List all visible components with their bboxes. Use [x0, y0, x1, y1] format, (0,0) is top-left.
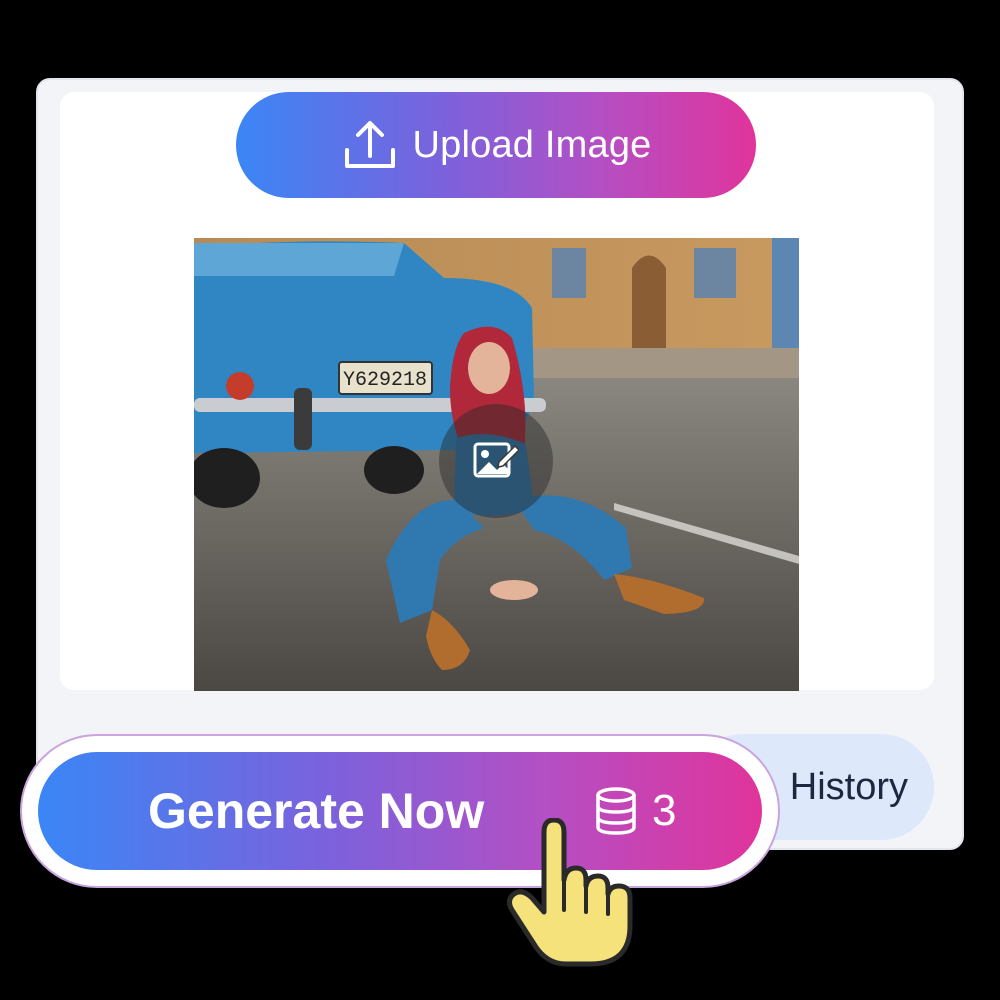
credit-count: 3	[652, 786, 677, 835]
uploaded-image-preview: Y629218	[194, 238, 799, 691]
app-stage: Upload Image Y629218 History Generate No…	[0, 0, 1000, 1000]
image-edit-icon	[473, 442, 519, 478]
upload-image-label: Upload Image	[412, 123, 652, 166]
upload-image-button[interactable]: Upload Image	[236, 92, 756, 198]
generate-now-label: Generate Now	[148, 783, 485, 839]
generate-now-button[interactable]: Generate Now 3	[38, 752, 762, 870]
upload-icon	[344, 121, 395, 168]
hand-pointer-icon	[506, 818, 633, 967]
history-label: History	[789, 765, 908, 808]
edit-image-button[interactable]	[439, 404, 553, 518]
license-plate: Y629218	[343, 369, 427, 392]
